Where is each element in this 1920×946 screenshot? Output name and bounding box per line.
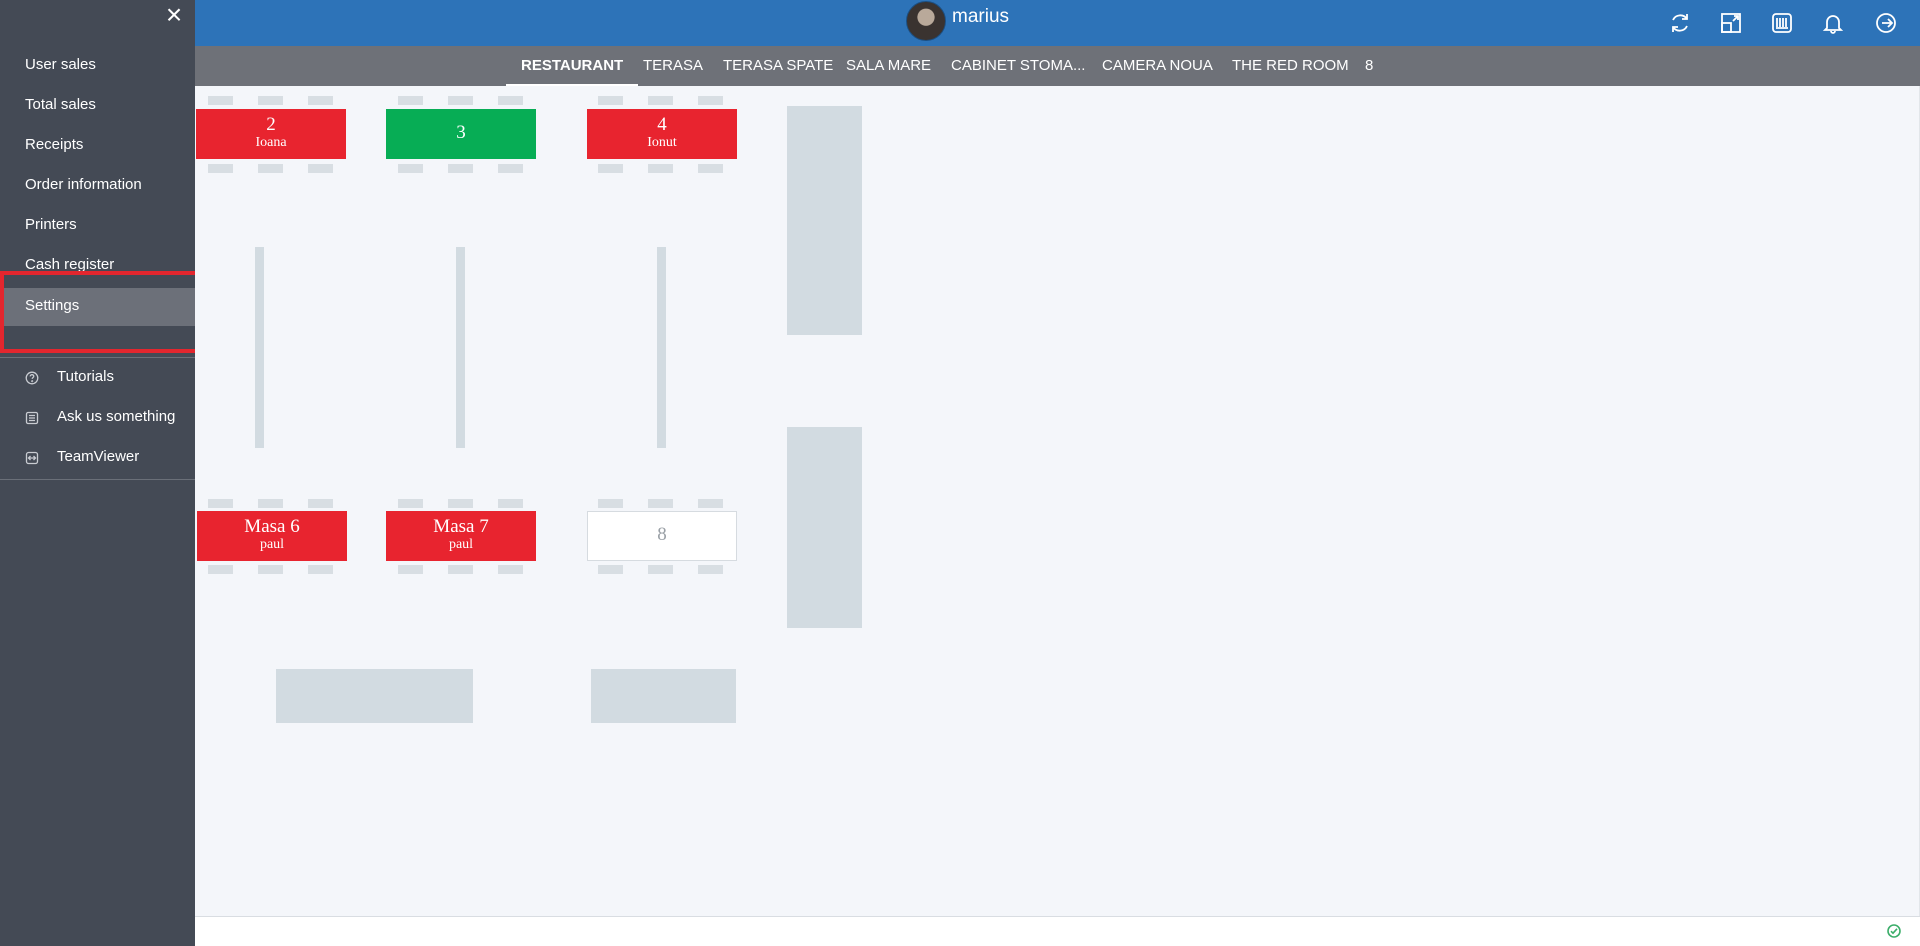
tab-restaurant[interactable]: RESTAURANT (506, 46, 639, 86)
chair (308, 164, 333, 173)
chair (598, 499, 623, 508)
table-number: 4 (657, 114, 667, 135)
sidebar-item-total-sales[interactable]: Total sales (25, 96, 96, 113)
chair (698, 164, 723, 173)
table-server: paul (259, 537, 285, 552)
sidebar: × User sales Total sales Receipts Order … (0, 0, 195, 946)
room-tabs: RESTAURANT TERASA TERASA SPATE SALA MARE… (195, 46, 1920, 86)
table-3[interactable]: 3 (386, 109, 536, 159)
partition (255, 247, 264, 448)
chair (648, 499, 673, 508)
sidebar-item-order-information[interactable]: Order information (25, 176, 142, 193)
table-number: Masa 6 (244, 516, 300, 537)
chair (498, 96, 523, 105)
table-8[interactable]: 8 (587, 511, 737, 561)
chair (398, 565, 423, 574)
sync-icon[interactable] (1666, 9, 1694, 37)
chair (448, 96, 473, 105)
tab-cabinet-stoma[interactable]: CABINET STOMA... (951, 46, 1085, 86)
settings-highlight-box (0, 271, 224, 353)
chair (698, 499, 723, 508)
counter-block (787, 427, 862, 628)
chair (308, 565, 333, 574)
logout-icon[interactable] (1872, 9, 1900, 37)
table-4[interactable]: 4 Ionut (587, 109, 737, 159)
tab-terasa-spate[interactable]: TERASA SPATE (723, 46, 833, 86)
chair (208, 164, 233, 173)
table-masa-7[interactable]: Masa 7 paul (386, 511, 536, 561)
table-masa-6[interactable]: Masa 6 paul (197, 511, 347, 561)
sidebar-item-user-sales[interactable]: User sales (25, 56, 96, 73)
tab-8[interactable]: 8 (1365, 46, 1373, 86)
floor-plan: 2 Ioana 3 4 Ionut Masa 6 paul Masa 7 pau… (195, 86, 1920, 916)
chair (258, 499, 283, 508)
teamviewer-icon (25, 451, 39, 465)
chair (258, 96, 283, 105)
question-circle-icon (25, 371, 39, 385)
chair (598, 164, 623, 173)
status-bar (195, 916, 1920, 946)
sidebar-item-ask-us-something[interactable]: Ask us something (57, 408, 175, 425)
chair (598, 565, 623, 574)
stack-icon[interactable] (1768, 9, 1796, 37)
sidebar-item-printers[interactable]: Printers (25, 216, 77, 233)
bell-icon[interactable] (1819, 9, 1847, 37)
chair (648, 565, 673, 574)
chair (448, 565, 473, 574)
sidebar-divider (0, 479, 195, 480)
table-number: 8 (657, 524, 667, 545)
chair (258, 565, 283, 574)
sidebar-item-teamviewer[interactable]: TeamViewer (57, 448, 139, 465)
tab-terasa[interactable]: TERASA (643, 46, 703, 86)
chair (398, 499, 423, 508)
chair (598, 96, 623, 105)
chair (208, 96, 233, 105)
chair (308, 96, 333, 105)
chair (698, 565, 723, 574)
connection-check-icon (1886, 923, 1902, 939)
chair (648, 164, 673, 173)
tab-the-red-room[interactable]: THE RED ROOM (1232, 46, 1349, 86)
chair (698, 96, 723, 105)
chair (448, 499, 473, 508)
chat-icon (25, 411, 39, 425)
chair (208, 565, 233, 574)
resize-icon[interactable] (1717, 9, 1745, 37)
partition (456, 247, 465, 448)
table-server: Ioana (255, 135, 287, 150)
user-avatar[interactable] (906, 1, 946, 41)
chair (398, 164, 423, 173)
chair (448, 164, 473, 173)
sidebar-item-tutorials[interactable]: Tutorials (57, 368, 114, 385)
chair (498, 565, 523, 574)
table-2[interactable]: 2 Ioana (196, 109, 346, 159)
chair (258, 164, 283, 173)
table-number: Masa 7 (433, 516, 489, 537)
chair (308, 499, 333, 508)
sidebar-divider (0, 357, 195, 358)
table-number: 2 (266, 114, 276, 135)
chair (498, 164, 523, 173)
counter-block (276, 669, 473, 723)
counter-block (591, 669, 736, 723)
tab-sala-mare[interactable]: SALA MARE (846, 46, 931, 86)
username[interactable]: marius (952, 6, 1009, 28)
tab-camera-noua[interactable]: CAMERA NOUA (1102, 46, 1213, 86)
table-server: Ionut (647, 135, 677, 150)
sidebar-item-receipts[interactable]: Receipts (25, 136, 83, 153)
top-bar: marius (195, 0, 1920, 46)
chair (648, 96, 673, 105)
table-number: 3 (456, 122, 466, 143)
counter-block (787, 106, 862, 335)
table-server: paul (448, 537, 474, 552)
partition (657, 247, 666, 448)
chair (398, 96, 423, 105)
close-sidebar-button[interactable]: × (161, 1, 187, 29)
chair (498, 499, 523, 508)
chair (208, 499, 233, 508)
